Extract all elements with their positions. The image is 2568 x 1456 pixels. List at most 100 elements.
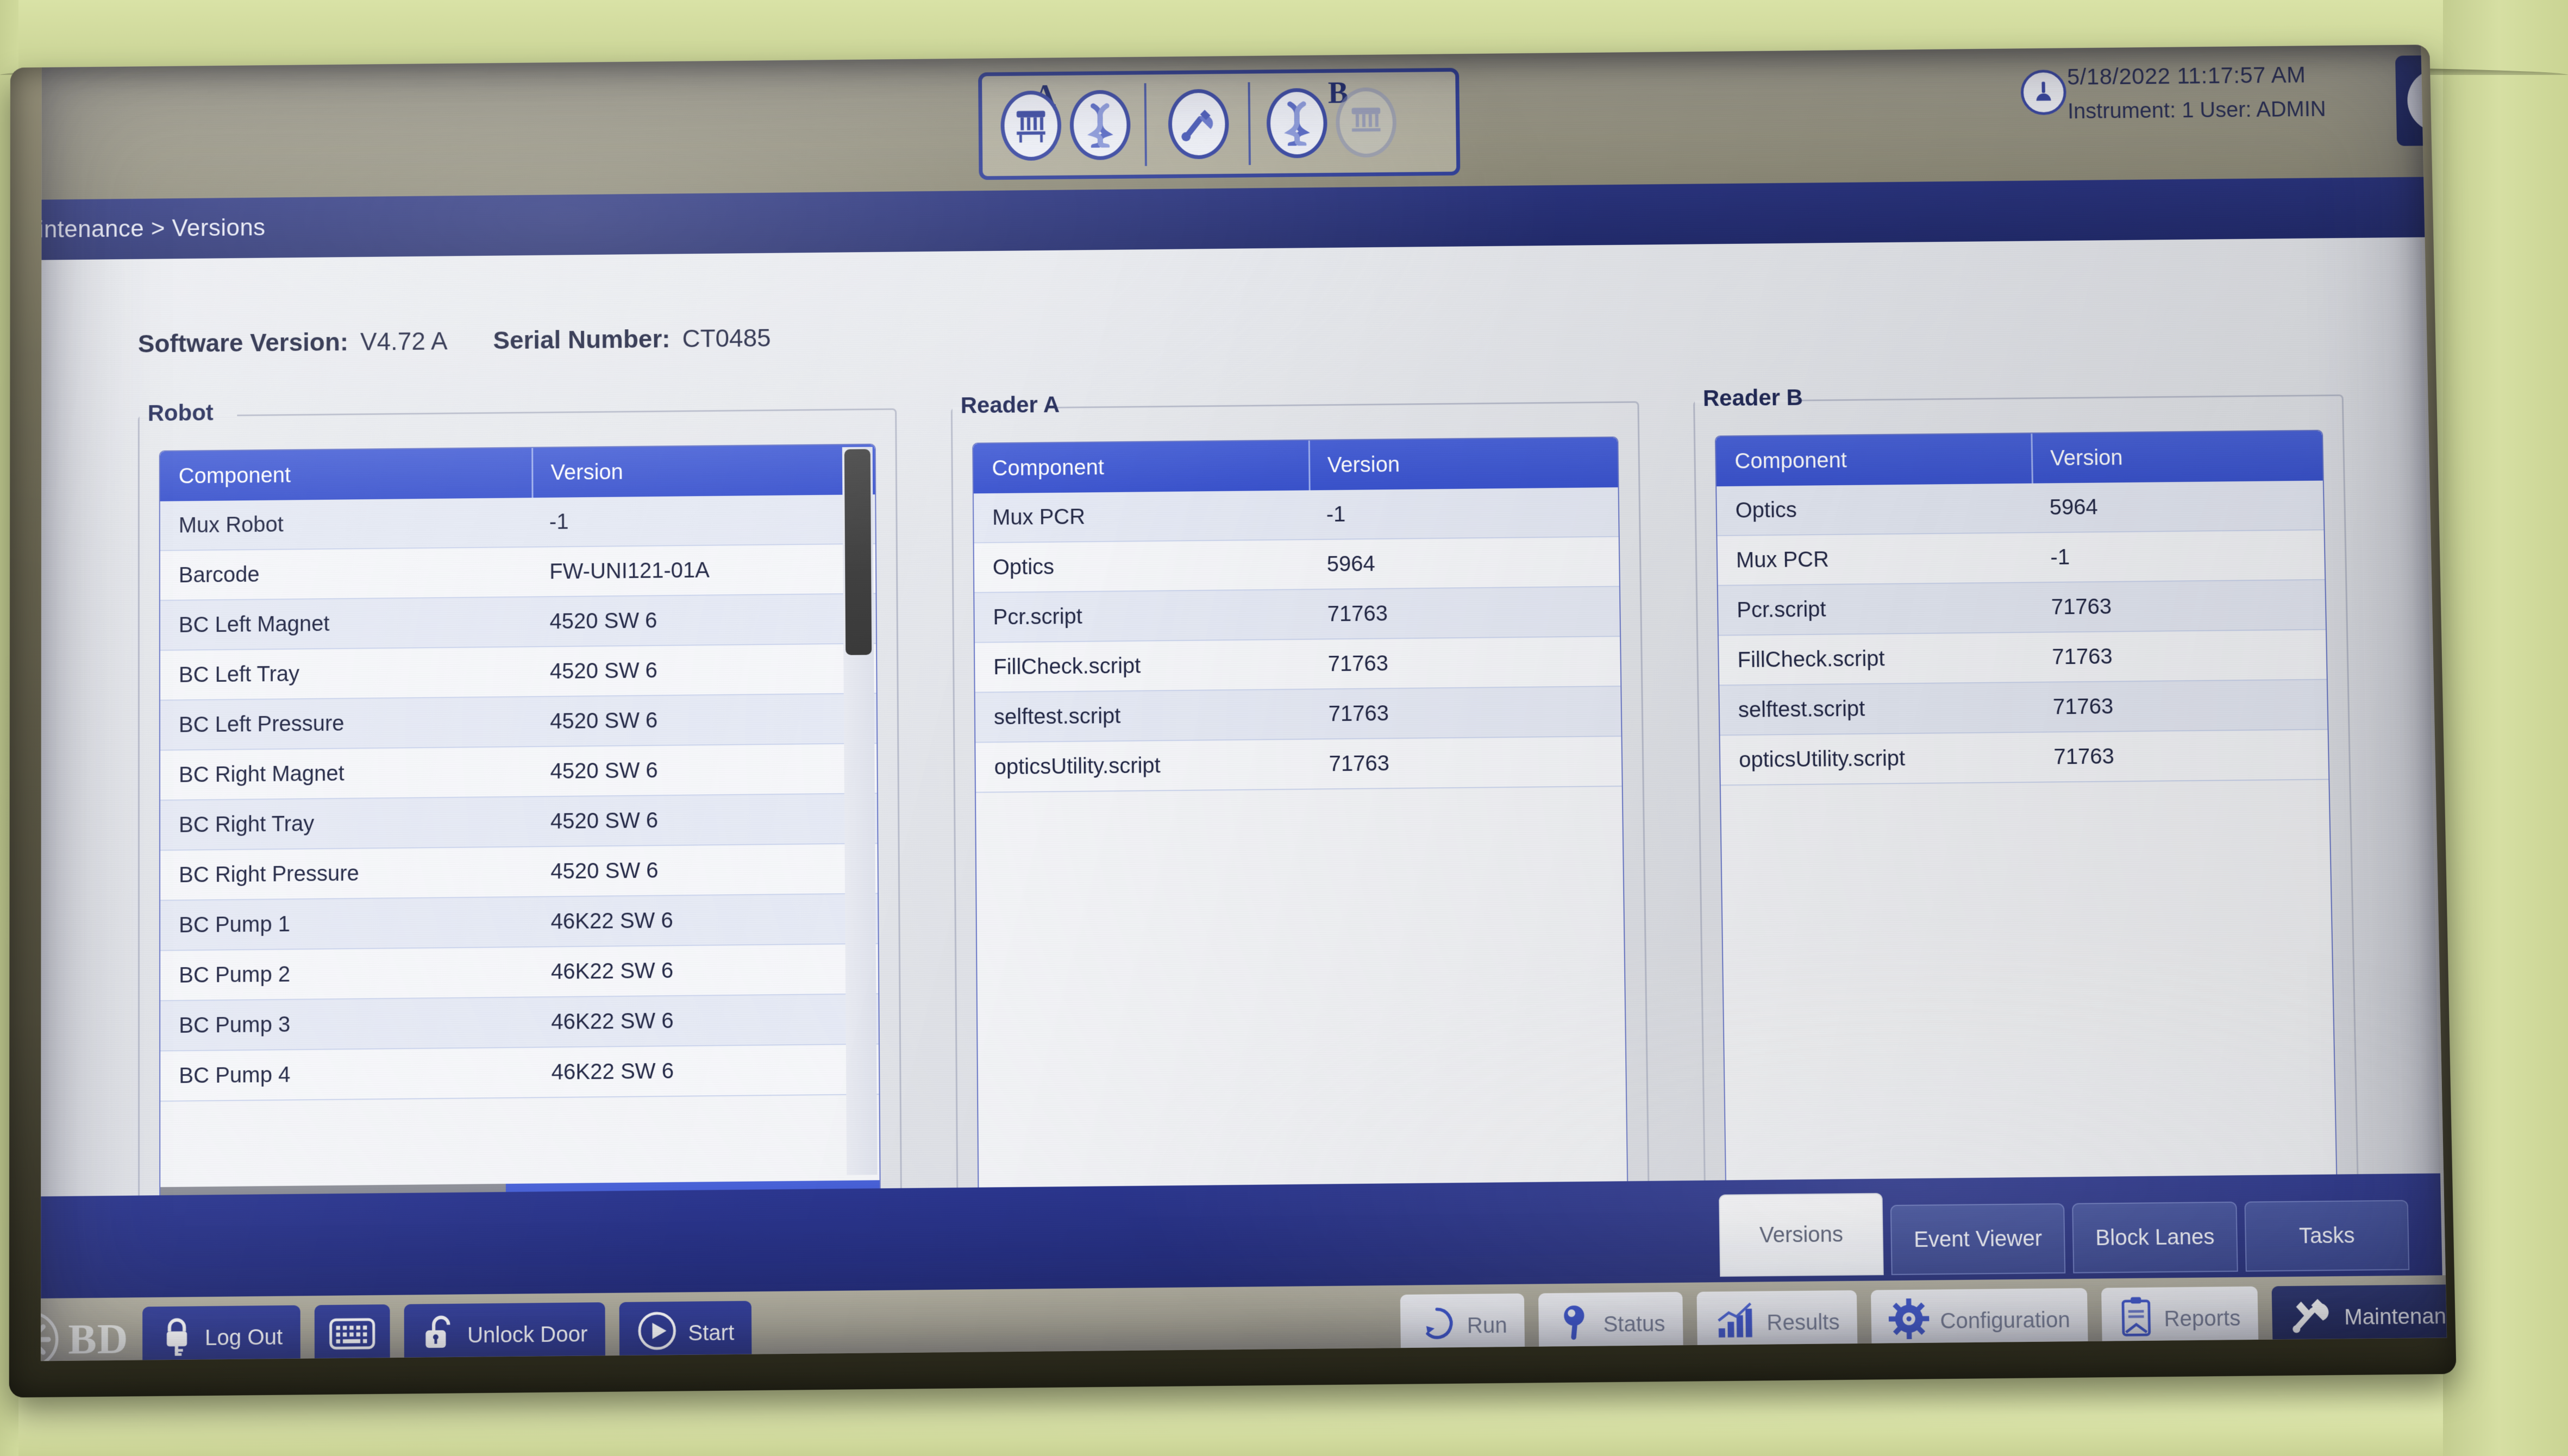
instrument-user-text: Instrument: 1 User: ADMIN — [2067, 97, 2326, 123]
table-row[interactable]: Mux Robot -1 — [160, 494, 875, 551]
configuration-label: Configuration — [1940, 1307, 2070, 1333]
reader-b-table-body[interactable]: Optics 5964 Mux PCR -1 Pcr.script 71763 FillCh… — [1717, 480, 2337, 1215]
robot-tool-icon[interactable] — [1168, 89, 1230, 160]
rack-icon[interactable] — [1000, 90, 1062, 161]
robot-component-cell: Mux Robot — [178, 512, 284, 537]
reader-a-version-cell: 71763 — [1328, 701, 1389, 726]
clock-and-user-block: 5/18/2022 11:17:57 AM Instrument: 1 User… — [2020, 61, 2371, 124]
dna-helix-icon[interactable] — [1069, 90, 1131, 160]
reports-label: Reports — [2164, 1306, 2241, 1331]
unlock-door-label: Unlock Door — [467, 1322, 588, 1347]
dna-helix-icon[interactable] — [1266, 87, 1328, 159]
robot-col-version: Version — [531, 444, 875, 498]
table-row[interactable]: selftest.script 71763 — [1719, 680, 2328, 736]
robot-vertical-scrollbar[interactable] — [842, 447, 878, 1175]
tab-block-lanes[interactable]: Block Lanes — [2072, 1201, 2238, 1273]
robot-component-cell: BC Right Magnet — [178, 761, 345, 787]
panel-robot: Robot Component Version Mux Robot -1 Barco… — [137, 393, 903, 1250]
reader-b-component-cell: Mux PCR — [1736, 547, 1830, 572]
table-row[interactable]: Pcr.script 71763 — [1718, 580, 2326, 636]
instrument-status-cluster[interactable]: A B — [978, 67, 1461, 180]
table-row[interactable]: Optics 5964 — [974, 537, 1619, 593]
table-row[interactable]: Optics 5964 — [1717, 480, 2324, 536]
robot-component-cell: BC Right Pressure — [179, 861, 359, 887]
robot-version-cell: 46K22 SW 6 — [551, 1008, 674, 1034]
status-group-robot[interactable] — [1146, 74, 1251, 175]
table-row[interactable]: BC Pump 1 46K22 SW 6 — [160, 894, 878, 951]
tab-bar[interactable]: Versions Event Viewer Block Lanes Tasks — [1719, 1188, 2410, 1277]
robot-component-cell: Barcode — [178, 562, 260, 587]
rack-icon-inactive[interactable] — [1335, 87, 1397, 158]
panel-reader-b-title: Reader B — [1702, 384, 1803, 411]
robot-table-body[interactable]: Mux Robot -1 Barcode FW-UNI121-01A BC Left M… — [160, 494, 880, 1230]
keyboard-button[interactable] — [314, 1304, 390, 1361]
table-row[interactable]: Mux PCR -1 — [973, 487, 1619, 544]
table-row[interactable]: opticsUtility.script 71763 — [975, 737, 1622, 793]
reader-a-version-cell: 5964 — [1326, 551, 1375, 576]
reader-b-component-cell: Pcr.script — [1736, 597, 1826, 622]
magnifier-icon — [1556, 1302, 1593, 1348]
table-row[interactable]: Pcr.script 71763 — [974, 587, 1620, 643]
keyboard-icon — [329, 1317, 376, 1356]
tab-event-viewer[interactable]: Event Viewer — [1890, 1203, 2066, 1275]
table-row[interactable]: opticsUtility.script 71763 — [1720, 730, 2329, 786]
robot-version-cell: 4520 SW 6 — [550, 708, 658, 733]
tab-versions[interactable]: Versions — [1719, 1193, 1884, 1277]
table-row[interactable]: BC Right Pressure 4520 SW 6 — [160, 844, 878, 901]
panel-robot-title: Robot — [147, 399, 214, 426]
status-group-b[interactable] — [1250, 72, 1415, 174]
wrench-screwdriver-icon — [2289, 1295, 2334, 1341]
reader-a-component-cell: Pcr.script — [993, 604, 1083, 629]
reader-a-version-cell: 71763 — [1327, 601, 1388, 626]
reader-a-version-cell: -1 — [1326, 502, 1346, 526]
reader-a-component-cell: FillCheck.script — [993, 654, 1141, 679]
status-label: Status — [1603, 1311, 1665, 1336]
table-row[interactable]: BC Left Tray 4520 SW 6 — [160, 644, 876, 701]
table-row[interactable]: BC Right Magnet 4520 SW 6 — [160, 744, 877, 801]
reader-a-table-body[interactable]: Mux PCR -1 Optics 5964 Pcr.script 71763 FillCh… — [973, 487, 1627, 1222]
robot-scrollbar-thumb[interactable] — [844, 449, 872, 655]
logout-button[interactable]: Log Out — [142, 1305, 300, 1361]
reader-b-version-cell: -1 — [2050, 545, 2070, 569]
play-icon — [637, 1310, 678, 1357]
robot-version-cell: FW-UNI121-01A — [549, 558, 710, 583]
robot-version-cell: 46K22 SW 6 — [551, 1058, 674, 1084]
software-version-label: Software Version: — [137, 328, 349, 358]
photograph-background: A B — [0, 0, 2568, 1456]
robot-version-cell: 4520 SW 6 — [550, 758, 658, 783]
table-row[interactable]: selftest.script 71763 — [975, 687, 1621, 743]
clipboard-icon — [2119, 1296, 2153, 1343]
tab-tasks[interactable]: Tasks — [2244, 1200, 2410, 1272]
version-header-line: Software Version: V4.72 A Serial Number: CT… — [138, 323, 817, 359]
robot-table-header: Component Version — [160, 444, 875, 501]
reader-b-table: Component Version Optics 5964 Mux PCR -1 Pcr… — [1714, 430, 2338, 1216]
robot-version-cell: 46K22 SW 6 — [550, 908, 673, 934]
table-row[interactable]: Mux PCR -1 — [1717, 530, 2325, 586]
robot-table: Component Version Mux Robot -1 Barcode FW-U… — [159, 443, 881, 1231]
reader-b-version-cell: 5964 — [2049, 494, 2099, 519]
lock-key-icon — [160, 1315, 194, 1361]
table-row[interactable]: BC Left Pressure 4520 SW 6 — [160, 694, 877, 751]
table-row[interactable]: BC Pump 4 46K22 SW 6 — [160, 1044, 879, 1102]
robot-component-cell: BC Left Magnet — [178, 611, 330, 637]
table-row[interactable]: FillCheck.script 71763 — [1718, 630, 2327, 686]
table-row[interactable]: BC Left Magnet 4520 SW 6 — [160, 594, 876, 651]
table-row[interactable]: Barcode FW-UNI121-01A — [160, 544, 876, 601]
robot-component-cell: BC Pump 4 — [179, 1062, 291, 1088]
run-cycle-icon — [1418, 1304, 1456, 1348]
start-button[interactable]: Start — [619, 1301, 752, 1361]
table-row[interactable]: BC Pump 3 46K22 SW 6 — [160, 994, 879, 1052]
unlock-door-button[interactable]: Unlock Door — [404, 1302, 605, 1361]
panel-reader-a-frame: Component Version Mux PCR -1 Optics 5964 Pcr… — [950, 401, 1650, 1241]
robot-component-cell: BC Pump 3 — [179, 1012, 291, 1038]
table-row[interactable]: FillCheck.script 71763 — [974, 637, 1621, 693]
robot-component-cell: BC Left Pressure — [178, 711, 345, 737]
table-row[interactable]: BC Right Tray 4520 SW 6 — [160, 794, 878, 851]
software-version-value: V4.72 A — [360, 327, 448, 356]
status-group-a[interactable] — [982, 74, 1147, 176]
robot-version-cell: 4520 SW 6 — [549, 658, 657, 683]
table-row[interactable]: BC Pump 2 46K22 SW 6 — [160, 944, 879, 1001]
robot-version-cell: -1 — [549, 509, 569, 534]
reader-b-component-cell: FillCheck.script — [1737, 646, 1885, 672]
